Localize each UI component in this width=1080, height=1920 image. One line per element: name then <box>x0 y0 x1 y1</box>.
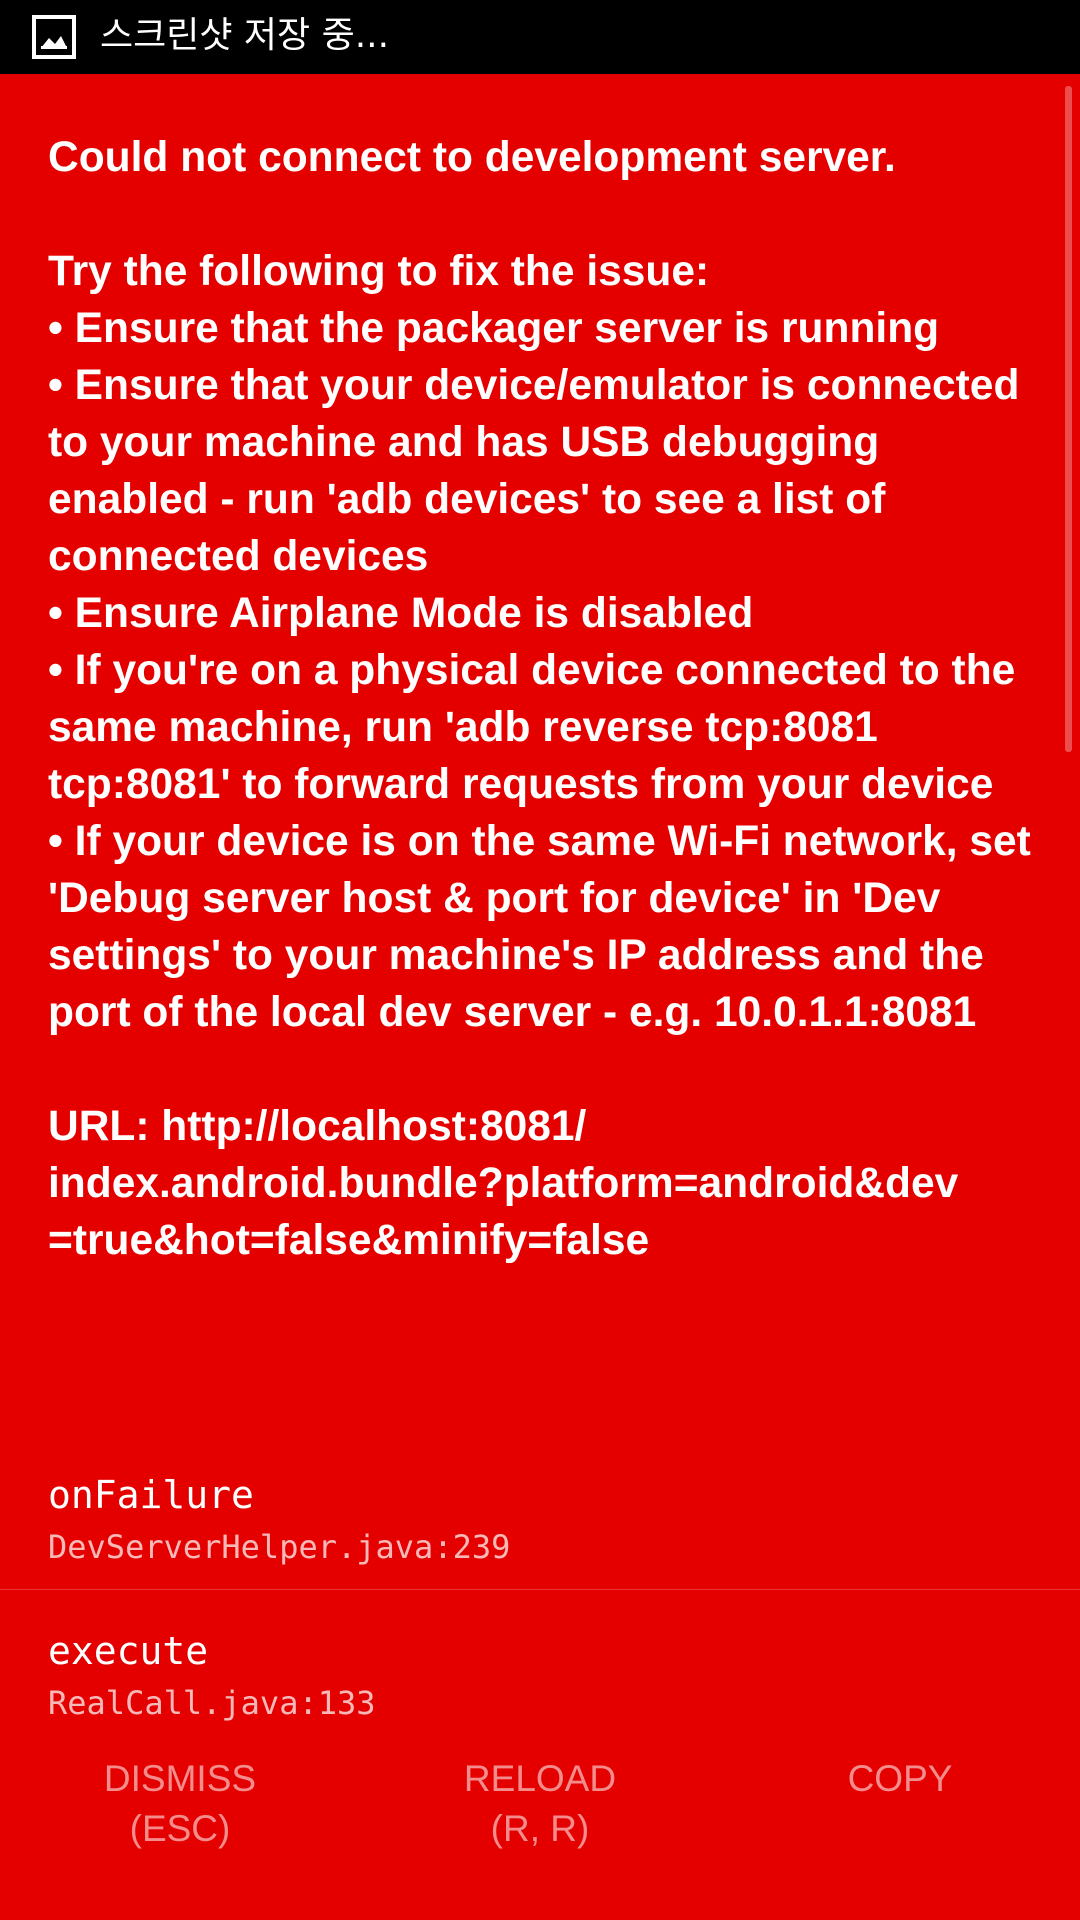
dismiss-button-label: DISMISS (ESC) <box>103 1758 257 1849</box>
stack-frame-method: execute <box>48 1629 209 1673</box>
stack-frame-method: onFailure <box>48 1473 254 1517</box>
status-notification-text: 스크린샷 저장 중... <box>100 15 390 56</box>
scrollbar[interactable] <box>1065 86 1072 752</box>
redbox-error-screen: Could not connect to development server.… <box>0 74 1080 1920</box>
dismiss-button[interactable]: DISMISS (ESC) <box>0 1754 360 1920</box>
divider <box>0 1589 1080 1590</box>
copy-button-label: COPY <box>847 1758 953 1799</box>
stack-frame-location: RealCall.java:133 <box>48 1684 376 1722</box>
stack-frame[interactable]: execute RealCall.java:133 <box>0 1626 1080 1754</box>
error-scroll-view[interactable]: Could not connect to development server.… <box>0 74 1080 1754</box>
reload-button-label: RELOAD (R, R) <box>463 1758 617 1849</box>
reload-button[interactable]: RELOAD (R, R) <box>360 1754 720 1920</box>
error-message: Could not connect to development server.… <box>48 134 1031 1264</box>
copy-button[interactable]: COPY <box>720 1754 1080 1920</box>
status-bar: 스크린샷 저장 중... <box>0 0 1080 74</box>
image-icon <box>32 15 76 59</box>
button-bar: DISMISS (ESC) RELOAD (R, R) COPY <box>0 1754 1080 1920</box>
stack-frame-location: DevServerHelper.java:239 <box>48 1528 511 1566</box>
stack-frame[interactable]: onFailure DevServerHelper.java:239 <box>0 1470 1080 1625</box>
